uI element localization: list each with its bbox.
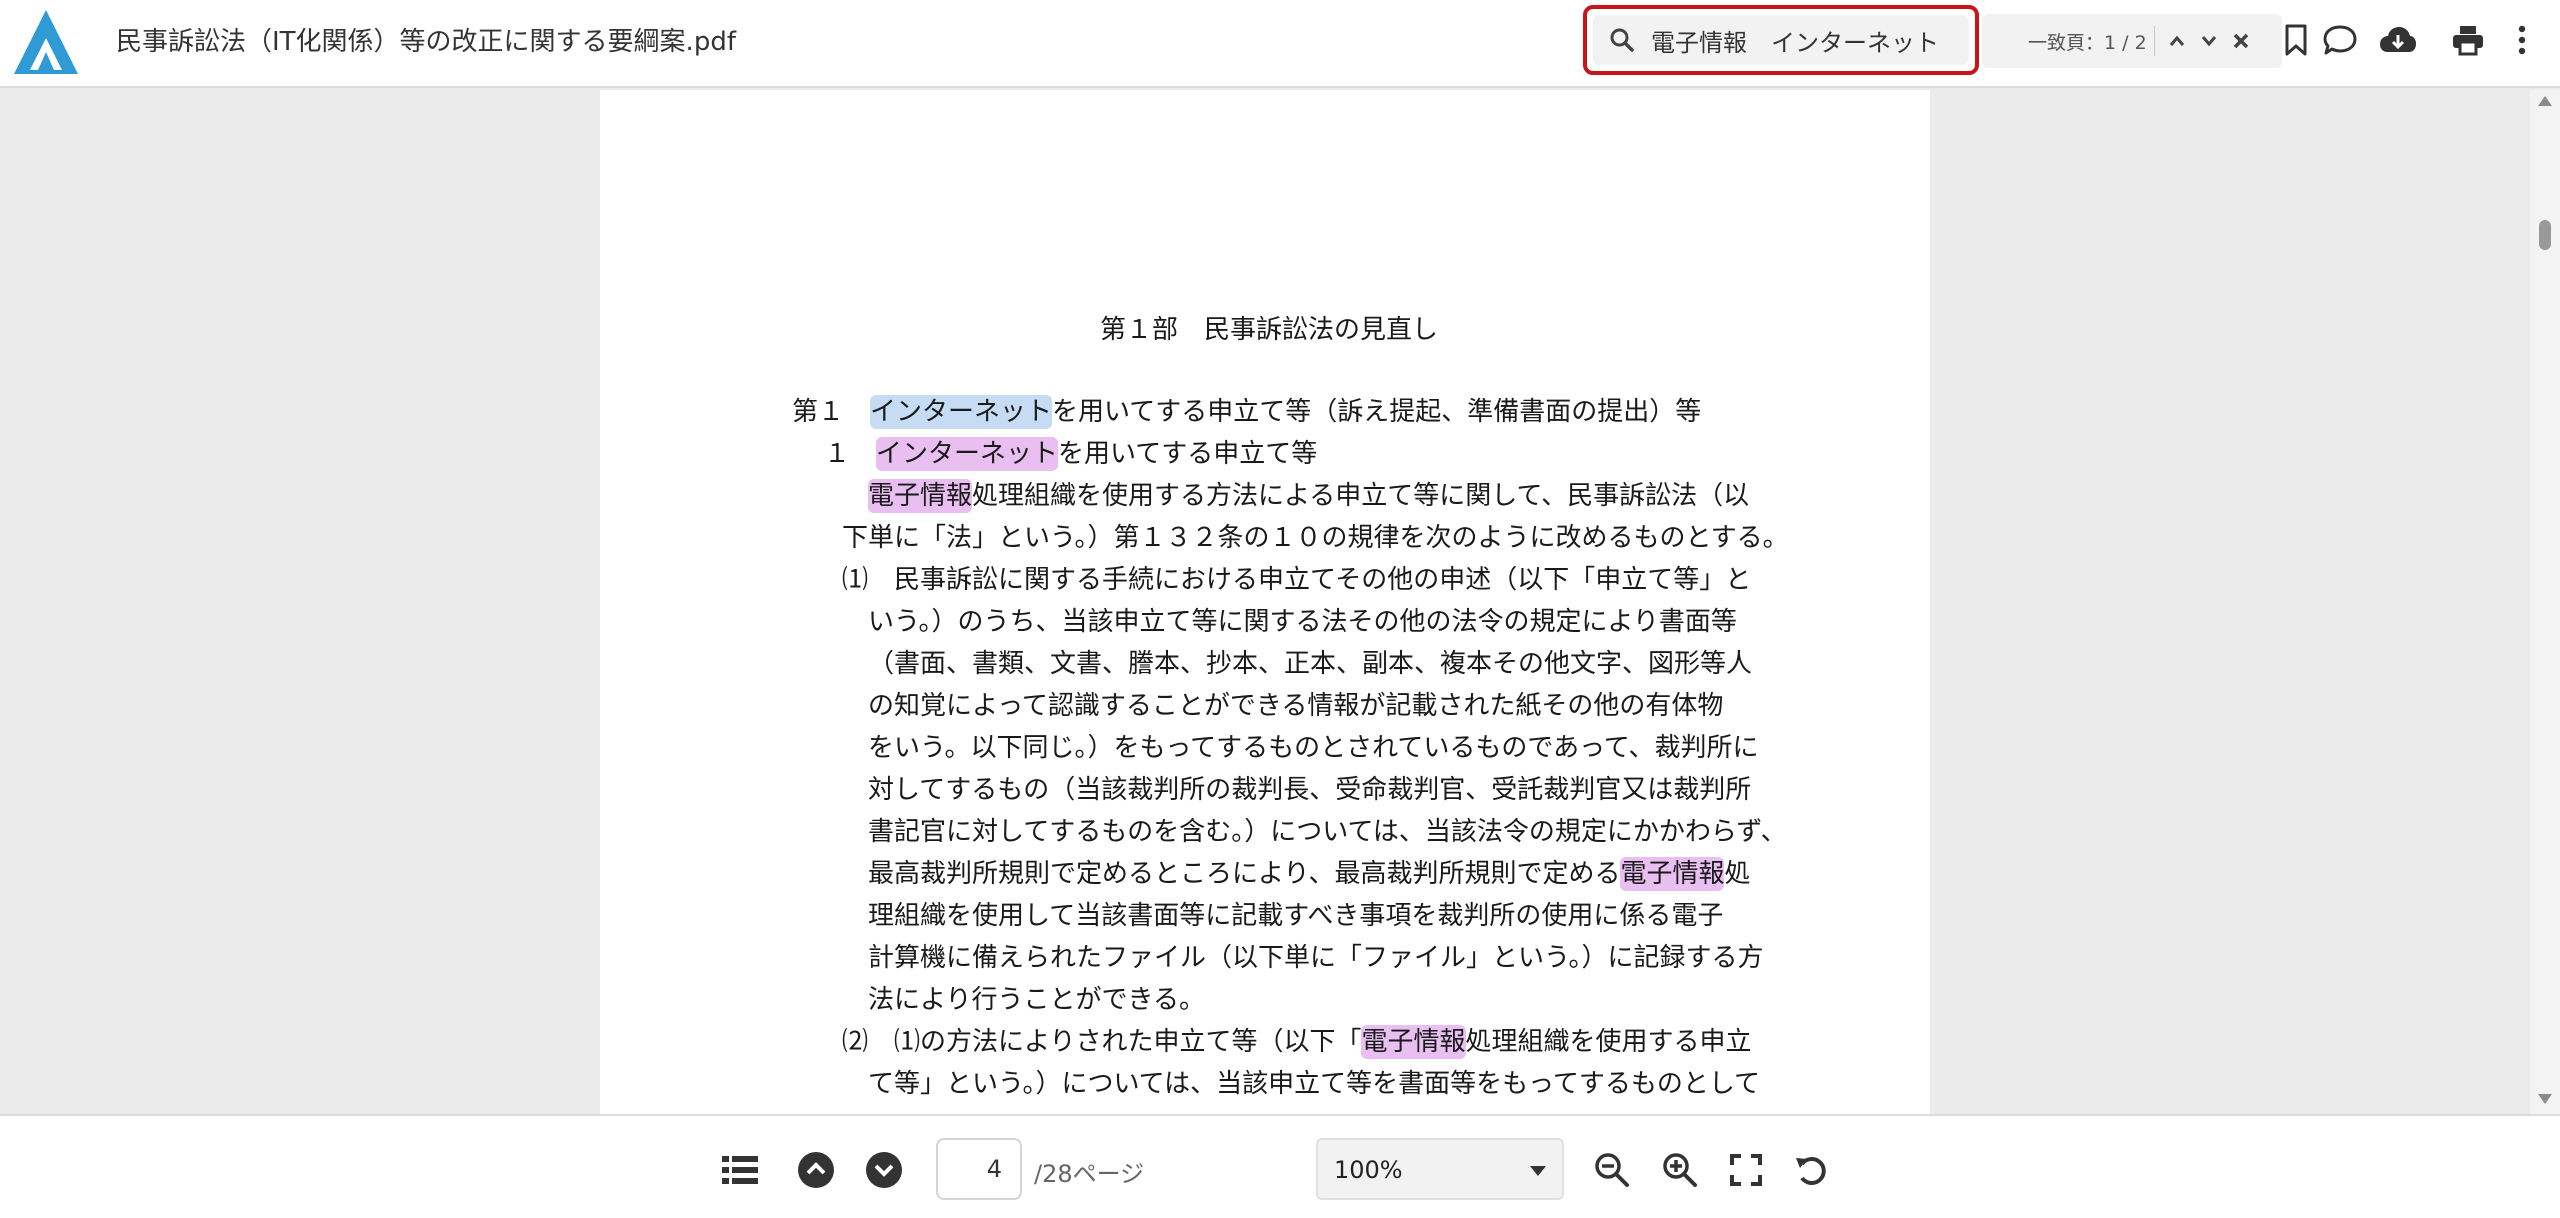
text-segment: ⑴ 民事訴訟に関する手続における申立てその他の申述（以下「申立て等」と: [842, 565, 1752, 595]
search-highlight-current: インターネット: [870, 395, 1053, 429]
text-segment: て等」という。）については、当該申立て等を書面等をもってするものとして: [868, 1069, 1761, 1099]
comment-button[interactable]: [2320, 16, 2360, 64]
text-segment: １: [824, 439, 877, 469]
close-icon: [2233, 33, 2249, 49]
vertical-scrollbar[interactable]: [2530, 90, 2560, 1114]
zoom-in-button[interactable]: [1656, 1146, 1704, 1194]
scroll-thumb[interactable]: [2539, 220, 2551, 250]
text-segment: （書面、書類、文書、謄本、抄本、正本、副本、複本その他文字、図形等人: [868, 649, 1753, 679]
next-hit-button[interactable]: [2194, 23, 2224, 59]
text-segment: 処理組織を使用する方法による申立て等に関して、民事訴訟法（以: [972, 481, 1750, 511]
page-total-label: /28ページ: [1034, 1160, 1145, 1188]
bottom-toolbar: /28ページ 100%: [0, 1114, 2560, 1218]
text-segment: 計算機に備えられたファイル（以下単に「ファイル」という。）に記録する方: [868, 943, 1764, 973]
comment-icon: [2323, 25, 2357, 55]
text-line: いう。）のうち、当該申立て等に関する法その他の法令の規定により書面等: [868, 602, 1737, 642]
scroll-up-arrow-icon[interactable]: [2538, 96, 2552, 106]
zoom-in-icon: [1663, 1153, 1697, 1187]
text-line: １ インターネットを用いてする申立て等: [824, 434, 1317, 474]
zoom-select[interactable]: 100%: [1316, 1138, 1564, 1200]
app-logo: [14, 10, 78, 74]
text-line: の知覚によって認識することができる情報が記載された紙その他の有体物: [868, 686, 1723, 726]
text-line: 書記官に対してするものを含む。）については、当該法令の規定にかかわらず、: [868, 812, 1787, 852]
text-segment: 処理組織を使用する申立: [1465, 1027, 1752, 1057]
hits-divider: [2154, 26, 2155, 56]
text-segment: を用いてする申立て等: [1058, 439, 1318, 469]
text-line: て等」という。）については、当該申立て等を書面等をもってするものとして: [868, 1064, 1760, 1104]
text-segment: の知覚によって認識することができる情報が記載された紙その他の有体物: [868, 691, 1724, 721]
text-line: （書面、書類、文書、謄本、抄本、正本、副本、複本その他文字、図形等人: [868, 644, 1752, 684]
caret-down-icon: [1530, 1166, 1546, 1176]
search-highlight: インターネット: [876, 437, 1059, 471]
previous-hit-button[interactable]: [2162, 23, 2192, 59]
download-button[interactable]: [2378, 16, 2418, 64]
top-toolbar: 民事訴訟法（IT化関係）等の改正に関する要綱案.pdf 一致頁：1 / 2: [0, 0, 2560, 88]
more-vertical-icon: [2518, 25, 2526, 55]
text-line: 電子情報処理組織を使用する方法による申立て等に関して、民事訴訟法（以: [868, 476, 1749, 516]
fit-page-button[interactable]: [1722, 1146, 1770, 1194]
cloud-download-icon: [2380, 27, 2416, 52]
table-of-contents-button[interactable]: [716, 1146, 764, 1194]
search-box: [1583, 5, 1979, 75]
close-search-button[interactable]: [2226, 23, 2256, 59]
text-line: をいう。以下同じ。）をもってするものとされているものであって、裁判所に: [868, 728, 1759, 768]
text-segment: ⑵ ⑴の方法によりされた申立て等（以下「: [842, 1027, 1362, 1057]
text-line: 最高裁判所規則で定めるところにより、最高裁判所規則で定める電子情報処: [868, 854, 1750, 894]
bookmark-button[interactable]: [2276, 16, 2316, 64]
text-segment: いう。）のうち、当該申立て等に関する法その他の法令の規定により書面等: [868, 607, 1737, 637]
text-line: ⑴ 民事訴訟に関する手続における申立てその他の申述（以下「申立て等」と: [842, 560, 1751, 600]
text-segment: をいう。以下同じ。）をもってするものとされているものであって、裁判所に: [868, 733, 1759, 763]
print-icon: [2453, 26, 2483, 56]
chevron-down-icon: [2201, 36, 2217, 47]
search-highlight: 電子情報: [1361, 1025, 1466, 1059]
hit-count: 一致頁：1 / 2: [2028, 32, 2147, 54]
text-segment: 対してするもの（当該裁判所の裁判長、受命裁判官、受託裁判官又は裁判所: [868, 775, 1752, 805]
text-line: 計算機に備えられたファイル（以下単に「ファイル」という。）に記録する方: [868, 938, 1763, 978]
circle-chevron-down-icon: [866, 1152, 902, 1188]
search-highlight: 電子情報: [868, 479, 973, 513]
text-segment: 下単に「法」という。）第１３２条の１０の規律を次のように改めるものとする。: [842, 523, 1789, 553]
text-segment: 書記官に対してするものを含む。）については、当該法令の規定にかかわらず、: [868, 817, 1787, 847]
rotate-button[interactable]: [1788, 1146, 1836, 1194]
text-segment: を用いてする申立て等（訴え提起、準備書面の提出）等: [1052, 397, 1702, 427]
rotate-icon: [1796, 1157, 1826, 1185]
text-segment: 最高裁判所規則で定めるところにより、最高裁判所規則で定める: [868, 859, 1621, 889]
circle-chevron-up-icon: [798, 1152, 834, 1188]
text-segment: 法により行うことができる。: [868, 985, 1205, 1015]
previous-page-button[interactable]: [792, 1146, 840, 1194]
text-line: 第１ インターネットを用いてする申立て等（訴え提起、準備書面の提出）等: [792, 392, 1701, 432]
zoom-out-button[interactable]: [1588, 1146, 1636, 1194]
text-line: ⑵ ⑴の方法によりされた申立て等（以下「電子情報処理組織を使用する申立: [842, 1022, 1752, 1062]
search-field-wrapper: [1593, 15, 1969, 65]
text-line: 下単に「法」という。）第１３２条の１０の規律を次のように改めるものとする。: [842, 518, 1789, 558]
document-title: 民事訴訟法（IT化関係）等の改正に関する要綱案.pdf: [116, 27, 736, 57]
pdf-page: 第１部 民事訴訟法の見直し 第１ インターネットを用いてする申立て等（訴え提起、…: [600, 90, 1930, 1114]
document-viewer[interactable]: 第１部 民事訴訟法の見直し 第１ インターネットを用いてする申立て等（訴え提起、…: [0, 90, 2560, 1114]
print-button[interactable]: [2448, 16, 2488, 64]
search-icon: [1610, 28, 1634, 52]
more-menu-button[interactable]: [2502, 16, 2542, 64]
search-input[interactable]: [1651, 15, 1961, 65]
section-heading: 第１部 民事訴訟法の見直し: [1100, 315, 1439, 345]
text-line: 対してするもの（当該裁判所の裁判長、受命裁判官、受託裁判官又は裁判所: [868, 770, 1751, 810]
search-hits-panel: 一致頁：1 / 2: [1982, 14, 2282, 68]
text-segment: 第１: [792, 397, 871, 427]
next-page-button[interactable]: [860, 1146, 908, 1194]
text-line: 法により行うことができる。: [868, 980, 1205, 1020]
search-highlight: 電子情報: [1620, 857, 1725, 891]
zoom-out-icon: [1595, 1153, 1629, 1187]
fullscreen-icon: [1730, 1154, 1762, 1186]
zoom-value: 100%: [1334, 1156, 1403, 1184]
text-segment: 理組織を使用して当該書面等に記載すべき事項を裁判所の使用に係る電子: [868, 901, 1724, 931]
bookmark-icon: [2285, 24, 2307, 56]
text-segment: 処: [1724, 859, 1751, 889]
text-line: 理組織を使用して当該書面等に記載すべき事項を裁判所の使用に係る電子: [868, 896, 1723, 936]
list-icon: [722, 1156, 758, 1184]
chevron-up-icon: [2169, 35, 2185, 46]
scroll-down-arrow-icon[interactable]: [2538, 1094, 2552, 1104]
page-number-input[interactable]: [936, 1138, 1022, 1200]
